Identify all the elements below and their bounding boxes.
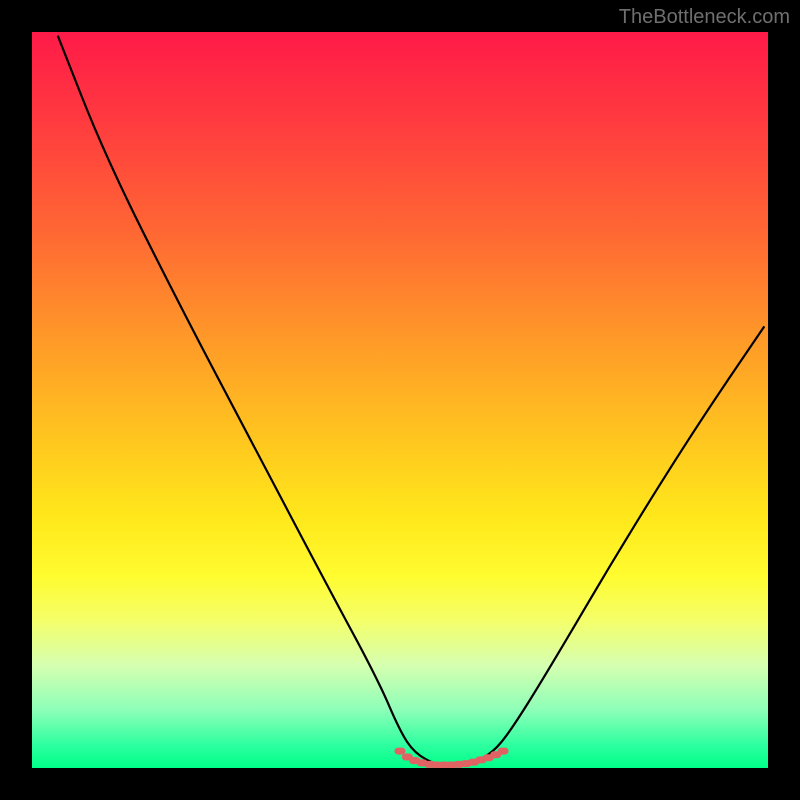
chart-plot-area	[32, 32, 768, 768]
chart-frame: TheBottleneck.com	[0, 0, 800, 800]
chart-svg-layer	[32, 32, 768, 768]
watermark-text: TheBottleneck.com	[619, 6, 790, 29]
bottleneck-curve	[58, 36, 765, 765]
